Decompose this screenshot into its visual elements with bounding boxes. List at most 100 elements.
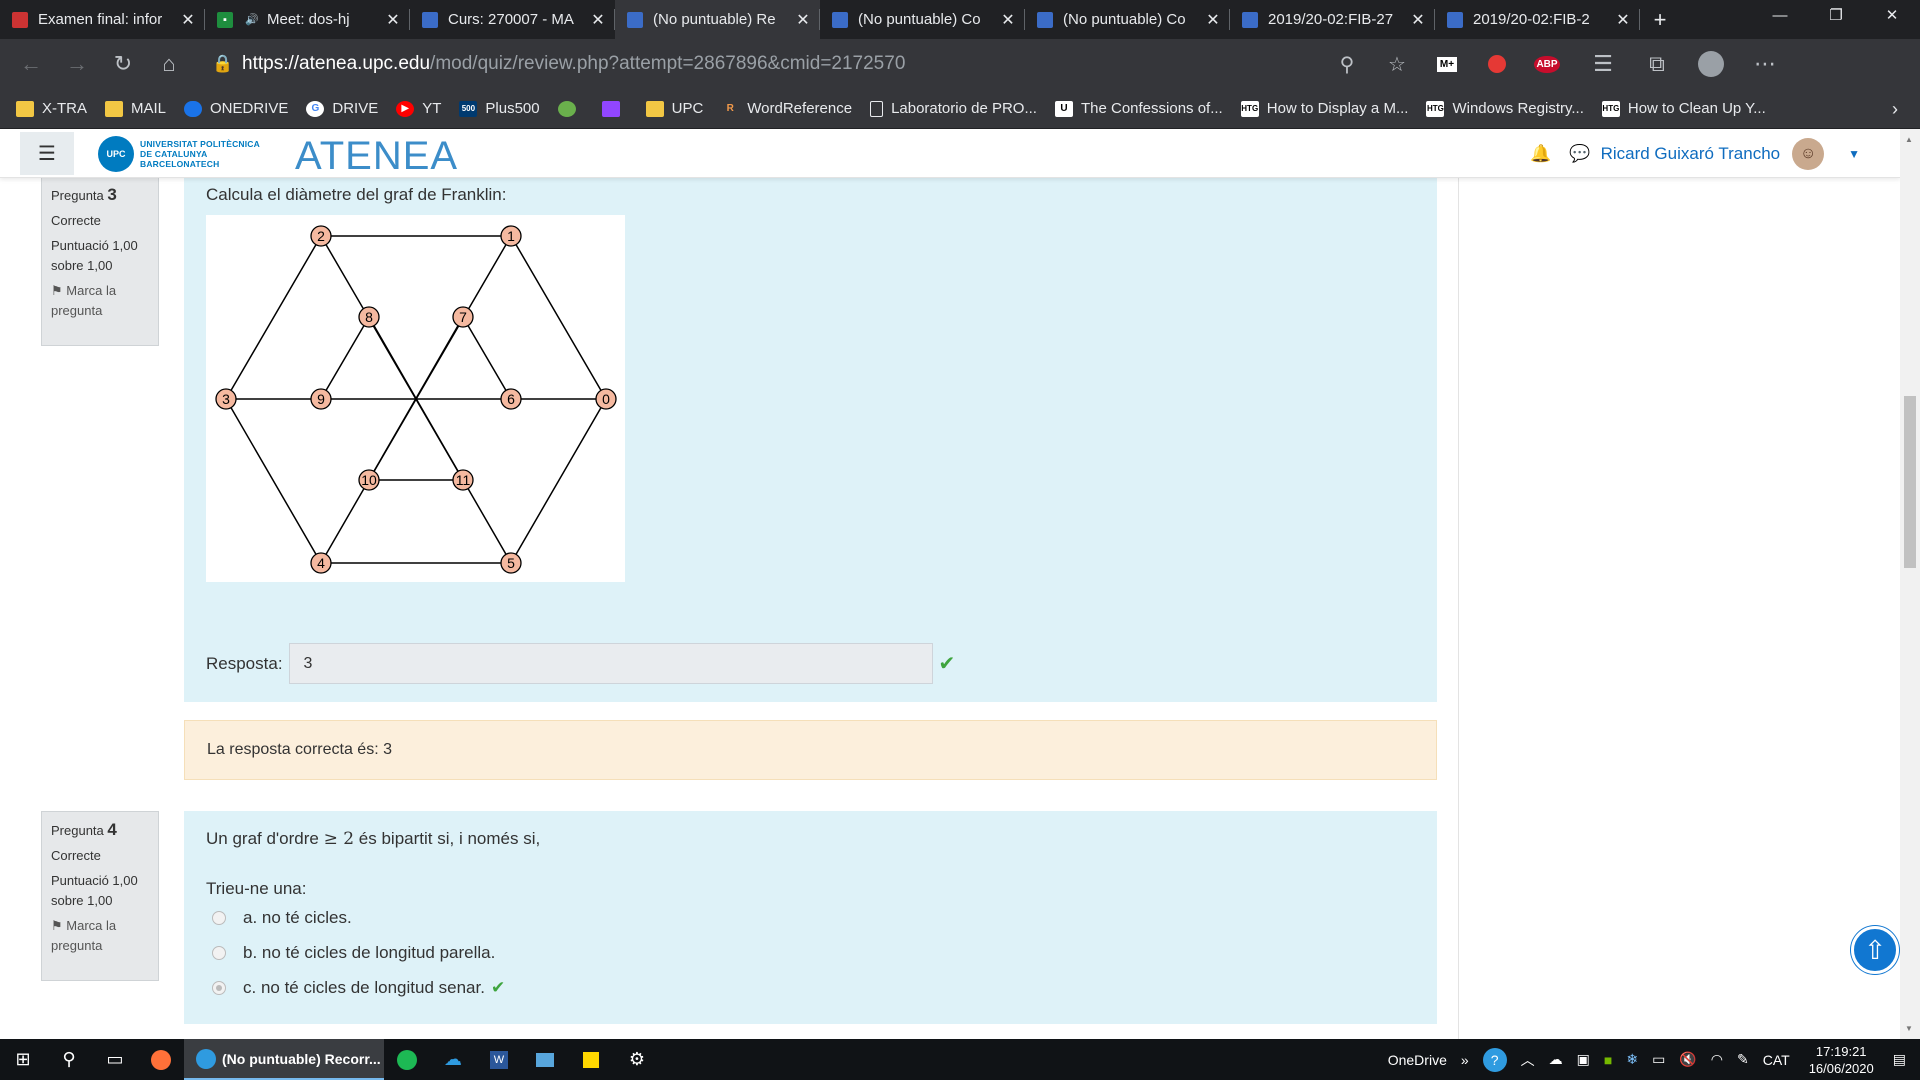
menu-toggle-button[interactable]: ☰ xyxy=(20,132,74,175)
help-icon[interactable]: ? xyxy=(1482,1047,1507,1072)
reload-icon[interactable]: ↻ xyxy=(100,44,146,84)
scroll-up-icon[interactable]: ▲ xyxy=(1905,135,1913,144)
wifi-icon[interactable]: ◠ xyxy=(1711,1051,1723,1068)
home-icon[interactable]: ⌂ xyxy=(146,44,192,84)
back-icon[interactable]: ← xyxy=(8,44,54,84)
star-icon[interactable]: ☆ xyxy=(1372,52,1422,77)
back-to-top-button[interactable]: ⇧ xyxy=(1851,926,1899,974)
tab-meet[interactable]: ▪ 🔊 Meet: dos-hj ✕ xyxy=(205,0,410,39)
cloud-tray-icon[interactable]: ☁ xyxy=(1549,1051,1563,1068)
spotify-icon[interactable] xyxy=(384,1039,430,1080)
tab-no-puntuable-1[interactable]: (No puntuable) Co ✕ xyxy=(820,0,1025,39)
zoom-icon[interactable]: ⚲ xyxy=(1322,52,1372,77)
lock-icon[interactable]: 🔒 xyxy=(212,54,242,74)
minimize-icon[interactable]: — xyxy=(1752,0,1808,30)
upc-logo[interactable]: UPC xyxy=(98,136,134,172)
extension-abp[interactable]: ABP xyxy=(1522,44,1572,84)
pen-icon[interactable]: ✎ xyxy=(1737,1051,1749,1068)
chevron-up-icon[interactable]: ︿ xyxy=(1521,1050,1535,1070)
tab-examen-final[interactable]: Examen final: infor ✕ xyxy=(0,0,205,39)
bookmark-laboratorio[interactable]: Laboratorio de PRO... xyxy=(870,100,1037,117)
user-name[interactable]: Ricard Guixaró Trancho xyxy=(1601,144,1781,164)
bookmark-wordreference[interactable]: R WordReference xyxy=(721,100,852,117)
tab-no-puntuable-2[interactable]: (No puntuable) Co ✕ xyxy=(1025,0,1230,39)
close-window-icon[interactable]: ✕ xyxy=(1864,0,1920,30)
tab-curs[interactable]: Curs: 270007 - MA ✕ xyxy=(410,0,615,39)
word-icon[interactable]: W xyxy=(476,1039,522,1080)
nvidia-icon[interactable]: ■ xyxy=(1604,1052,1612,1068)
settings-icon[interactable]: ⚙ xyxy=(614,1039,660,1080)
chevron-right-icon[interactable]: › xyxy=(1892,99,1898,120)
task-view-icon[interactable]: ▭ xyxy=(92,1039,138,1080)
app-icon[interactable] xyxy=(522,1039,568,1080)
extension-hand-icon[interactable] xyxy=(1472,44,1522,84)
bookmark-yt[interactable]: ▶ YT xyxy=(396,100,441,117)
close-icon[interactable]: ✕ xyxy=(589,10,607,30)
bookmark-confessions[interactable]: U The Confessions of... xyxy=(1054,100,1223,117)
site-logo[interactable]: ATENEA xyxy=(295,134,458,179)
bell-icon[interactable]: 🔔 xyxy=(1530,144,1551,164)
close-icon[interactable]: ✕ xyxy=(794,10,812,30)
radio-option-b[interactable] xyxy=(212,946,226,960)
favorites-icon[interactable]: ☰ xyxy=(1580,44,1626,84)
bookmark-upc[interactable]: UPC xyxy=(645,100,703,117)
bookmark-htg-3[interactable]: HTG How to Clean Up Y... xyxy=(1601,100,1766,117)
close-icon[interactable]: ✕ xyxy=(1409,10,1427,30)
close-icon[interactable]: ✕ xyxy=(179,10,197,30)
close-icon[interactable]: ✕ xyxy=(1614,10,1632,30)
flag-question-link[interactable]: ⚑ Marca la pregunta xyxy=(51,916,149,956)
speaker-icon[interactable]: 🔊 xyxy=(243,12,261,28)
collections-icon[interactable]: ⧉ xyxy=(1634,44,1680,84)
tray-app-icon[interactable]: ▣ xyxy=(1577,1051,1590,1068)
radio-option-c[interactable] xyxy=(212,981,226,995)
sticky-notes-icon[interactable] xyxy=(568,1039,614,1080)
clock[interactable]: 17:19:21 16/06/2020 xyxy=(1809,1043,1874,1077)
close-icon[interactable]: ✕ xyxy=(1204,10,1222,30)
firefox-icon[interactable] xyxy=(138,1039,184,1080)
bookmark-twitch[interactable] xyxy=(601,100,628,117)
more-icon[interactable]: ⋯ xyxy=(1742,44,1788,84)
page-scrollbar[interactable]: ▲ ▼ xyxy=(1900,129,1920,1039)
onedrive-icon[interactable]: ☁ xyxy=(430,1039,476,1080)
bookmark-htg-2[interactable]: HTG Windows Registry... xyxy=(1426,100,1584,117)
radio-option-a[interactable] xyxy=(212,911,226,925)
bookmark-htg-1[interactable]: HTG How to Display a M... xyxy=(1240,100,1408,117)
snowflake-icon[interactable]: ❄ xyxy=(1626,1051,1638,1068)
flag-question-link[interactable]: ⚑ Marca la pregunta xyxy=(51,281,149,321)
volume-muted-icon[interactable]: 🔇 xyxy=(1679,1051,1696,1068)
bookmark-onedrive[interactable]: ONEDRIVE xyxy=(184,100,288,117)
search-icon[interactable]: ⚲ xyxy=(46,1039,92,1080)
onedrive-label[interactable]: OneDrive xyxy=(1388,1052,1447,1068)
tab-active-review[interactable]: (No puntuable) Re ✕ xyxy=(615,0,820,39)
forward-icon[interactable]: → xyxy=(54,44,100,84)
option-a[interactable]: a. no té cicles. xyxy=(212,908,352,928)
bookmark-leaf[interactable] xyxy=(557,100,584,117)
scrollbar-thumb[interactable] xyxy=(1904,396,1916,568)
close-icon[interactable]: ✕ xyxy=(384,10,402,30)
chevron-down-icon[interactable]: ▼ xyxy=(1848,147,1860,161)
taskbar-active-app[interactable]: (No puntuable) Recorr... xyxy=(184,1039,384,1080)
bookmark-plus500[interactable]: 500 Plus500 xyxy=(459,100,540,117)
option-c[interactable]: c. no té cicles de longitud senar. ✔ xyxy=(212,978,505,998)
bookmark-xtra[interactable]: X-TRA xyxy=(16,100,87,117)
battery-icon[interactable]: ▭ xyxy=(1652,1051,1665,1068)
notifications-icon[interactable]: ▤ xyxy=(1893,1051,1906,1068)
tab-fib-2[interactable]: 2019/20-02:FIB-2 ✕ xyxy=(1435,0,1640,39)
windows-start-icon[interactable]: ⊞ xyxy=(0,1039,46,1080)
avatar[interactable]: ☺ xyxy=(1792,137,1825,170)
bookmark-drive[interactable]: G DRIVE xyxy=(306,100,378,117)
close-icon[interactable]: ✕ xyxy=(999,10,1017,30)
chat-icon[interactable]: 💬 xyxy=(1569,144,1590,164)
new-tab-button[interactable]: + xyxy=(1640,0,1680,39)
address-bar[interactable]: 🔒 https://atenea.upc.edu/mod/quiz/review… xyxy=(202,44,1422,84)
restore-icon[interactable]: ❐ xyxy=(1808,0,1864,30)
tab-fib-1[interactable]: 2019/20-02:FIB-27 ✕ xyxy=(1230,0,1435,39)
scroll-down-icon[interactable]: ▼ xyxy=(1905,1024,1913,1033)
extension-m-plus[interactable]: M+ xyxy=(1422,44,1472,84)
option-b[interactable]: b. no té cicles de longitud parella. xyxy=(212,943,495,963)
language-indicator[interactable]: CAT xyxy=(1763,1052,1790,1068)
chevron-more-icon[interactable]: » xyxy=(1461,1052,1469,1068)
profile-icon[interactable] xyxy=(1688,44,1734,84)
answer-input[interactable]: 3 xyxy=(288,643,933,684)
bookmark-mail[interactable]: MAIL xyxy=(105,100,166,117)
